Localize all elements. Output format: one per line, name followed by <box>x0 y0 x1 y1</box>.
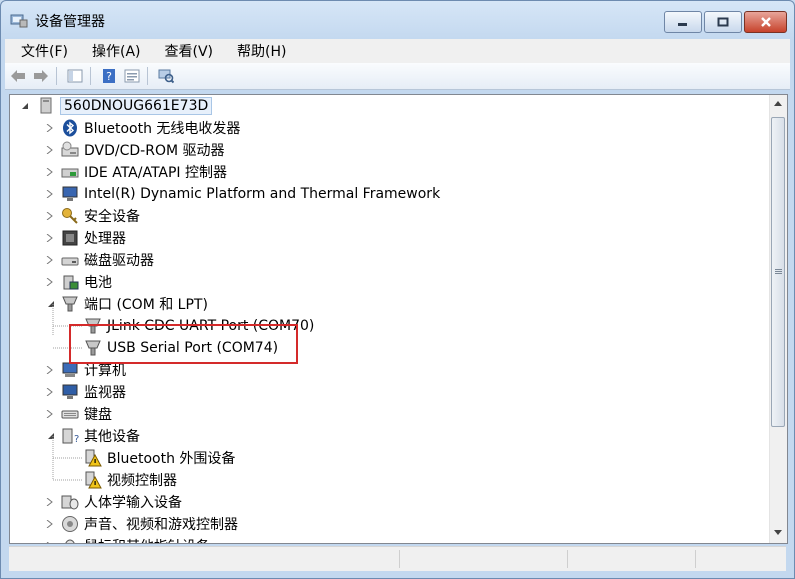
toolbar-separator <box>56 67 57 85</box>
status-bar <box>9 546 786 571</box>
menu-file[interactable]: 文件(F) <box>5 41 76 61</box>
status-divider <box>695 550 696 568</box>
tree-connector-lines <box>52 304 82 481</box>
scroll-down-icon[interactable] <box>773 529 783 537</box>
minimize-button[interactable] <box>664 11 702 33</box>
maximize-button[interactable] <box>704 11 742 33</box>
maximize-icon <box>717 17 729 27</box>
menu-help[interactable]: 帮助(H) <box>221 41 294 61</box>
minimize-icon <box>678 23 687 26</box>
status-divider <box>567 550 568 568</box>
tree-item-jlink-port[interactable]: JLink CDC UART Port (COM70) <box>84 315 314 337</box>
tree-item-label: Bluetooth 外围设备 <box>107 451 236 467</box>
tree-item-label: Intel(R) Dynamic Platform and Thermal Fr… <box>84 186 441 202</box>
forward-button[interactable] <box>31 67 51 85</box>
svg-text:?: ? <box>106 70 112 83</box>
device-tree[interactable]: 560DNOUG661E73D Bluetooth 无线电收发器 DVD/CD-… <box>9 94 788 544</box>
help-icon: ? <box>103 69 115 83</box>
scrollbar-thumb[interactable] <box>771 117 785 427</box>
help-button[interactable]: ? <box>99 67 119 85</box>
title-bar[interactable]: 设备管理器 <box>1 1 794 39</box>
console-tree-icon <box>67 69 83 83</box>
tree-item-label: DVD/CD-ROM 驱动器 <box>84 143 225 159</box>
device-manager-app-icon <box>10 14 28 28</box>
tree-item-label: IDE ATA/ATAPI 控制器 <box>84 165 228 181</box>
menu-view[interactable]: 查看(V) <box>149 41 222 61</box>
scan-hardware-button[interactable] <box>156 67 176 85</box>
toolbar-separator <box>90 67 91 85</box>
toolbar: ? <box>5 63 790 90</box>
tree-item-bluetooth-peripheral[interactable]: Bluetooth 外围设备 <box>84 447 235 469</box>
tree-item-label: Bluetooth 无线电收发器 <box>84 121 241 137</box>
grip-icon <box>775 269 782 274</box>
menu-action[interactable]: 操作(A) <box>76 41 149 61</box>
forward-arrow-icon <box>34 70 48 82</box>
properties-button[interactable] <box>122 67 142 85</box>
tree-item-label: USB Serial Port (COM74) <box>107 340 279 356</box>
menu-bar: 文件(F) 操作(A) 查看(V) 帮助(H) <box>5 39 790 63</box>
tree-item-label: JLink CDC UART Port (COM70) <box>107 318 315 334</box>
close-icon <box>760 17 771 27</box>
back-button[interactable] <box>8 67 28 85</box>
scroll-up-icon[interactable] <box>773 99 783 107</box>
back-arrow-icon <box>11 70 25 82</box>
show-hide-tree-button[interactable] <box>65 67 85 85</box>
tree-item-label: 声音、视频和游戏控制器 <box>84 517 238 533</box>
tree-item-label: 鼠标和其他指针设备 <box>84 536 210 543</box>
toolbar-separator <box>147 67 148 85</box>
close-button[interactable] <box>744 11 787 33</box>
tree-item-label: 视频控制器 <box>107 473 177 489</box>
window-title: 设备管理器 <box>35 14 105 30</box>
device-manager-window: 设备管理器 文件(F) 操作(A) 查看(V) 帮助(H) ? 560DNOUG… <box>0 0 795 579</box>
tree-item-intel-dptf[interactable]: Intel(R) Dynamic Platform and Thermal Fr… <box>46 183 440 205</box>
scan-hardware-icon <box>158 69 174 84</box>
properties-icon <box>124 69 140 83</box>
tree-item-usb-serial-port[interactable]: USB Serial Port (COM74) <box>84 337 278 359</box>
status-divider <box>399 550 400 568</box>
vertical-scrollbar[interactable] <box>769 95 787 543</box>
tree-item-label: 端口 (COM 和 LPT) <box>84 297 208 313</box>
